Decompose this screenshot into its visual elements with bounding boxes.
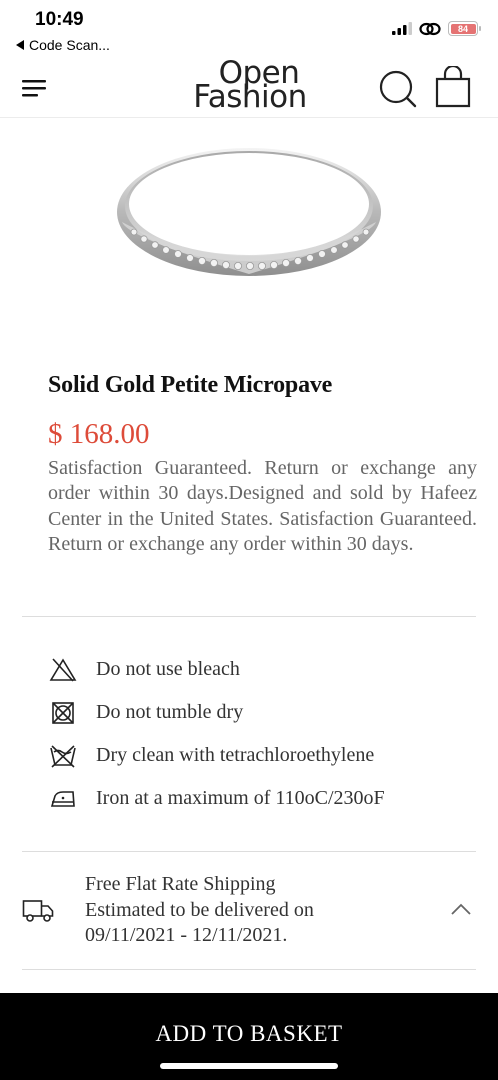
status-bar: 10:49 Code Scan... 84 bbox=[0, 0, 498, 58]
hamburger-icon bbox=[22, 80, 46, 97]
app-header: Open Fashion bbox=[0, 58, 498, 118]
care-label: Do not tumble dry bbox=[96, 701, 244, 723]
shipping-info[interactable]: Free Flat Rate Shipping Estimated to be … bbox=[22, 872, 476, 952]
care-label: Dry clean with tetrachloroethylene bbox=[96, 744, 375, 766]
search-button[interactable] bbox=[378, 69, 418, 109]
iron-icon bbox=[48, 785, 78, 813]
dry-clean-icon bbox=[48, 742, 78, 770]
care-item: Dry clean with tetrachloroethylene bbox=[48, 734, 468, 777]
care-item: Do not tumble dry bbox=[48, 691, 468, 734]
product-description: Satisfaction Guaranteed. Return or excha… bbox=[48, 457, 477, 555]
product-price: $ 168.00 bbox=[48, 418, 150, 450]
back-to-app-button[interactable]: Code Scan... bbox=[16, 37, 110, 53]
back-triangle-icon bbox=[16, 40, 24, 50]
no-tumble-dry-icon bbox=[48, 699, 78, 727]
link-icon bbox=[419, 22, 441, 35]
shopping-bag-icon bbox=[435, 64, 471, 108]
care-item: Iron at a maximum of 110oC/230oF bbox=[48, 777, 468, 820]
product-image[interactable] bbox=[108, 142, 390, 290]
care-instructions: Do not use bleach Do not tumble dry Dry … bbox=[48, 648, 468, 820]
divider bbox=[22, 851, 476, 852]
chevron-up-icon[interactable] bbox=[450, 902, 472, 916]
cart-button[interactable] bbox=[434, 64, 472, 108]
truck-icon bbox=[22, 900, 54, 922]
shipping-estimate-label: Estimated to be delivered on bbox=[85, 898, 314, 921]
care-item: Do not use bleach bbox=[48, 648, 468, 691]
no-bleach-icon bbox=[48, 656, 78, 684]
logo-line2: Fashion bbox=[193, 78, 307, 115]
search-icon bbox=[379, 70, 417, 108]
battery-level: 84 bbox=[450, 23, 476, 34]
status-icons: 84 bbox=[392, 21, 481, 36]
divider bbox=[22, 969, 476, 970]
shipping-text: Free Flat Rate Shipping Estimated to be … bbox=[85, 872, 314, 949]
care-label: Iron at a maximum of 110oC/230oF bbox=[96, 787, 385, 809]
back-app-label: Code Scan... bbox=[29, 37, 110, 53]
shipping-title: Free Flat Rate Shipping bbox=[85, 873, 276, 895]
signal-icon bbox=[392, 22, 412, 35]
ring-image bbox=[117, 148, 381, 276]
home-indicator[interactable] bbox=[160, 1063, 338, 1069]
status-time: 10:49 bbox=[35, 9, 84, 30]
brand-logo[interactable]: Open Fashion bbox=[180, 58, 320, 115]
divider bbox=[22, 616, 476, 617]
care-label: Do not use bleach bbox=[96, 658, 240, 680]
shipping-dates: 09/11/2021 - 12/11/2021. bbox=[85, 924, 288, 946]
menu-button[interactable] bbox=[22, 78, 48, 98]
product-title: Solid Gold Petite Micropave bbox=[48, 372, 333, 398]
battery-icon: 84 bbox=[448, 21, 481, 36]
